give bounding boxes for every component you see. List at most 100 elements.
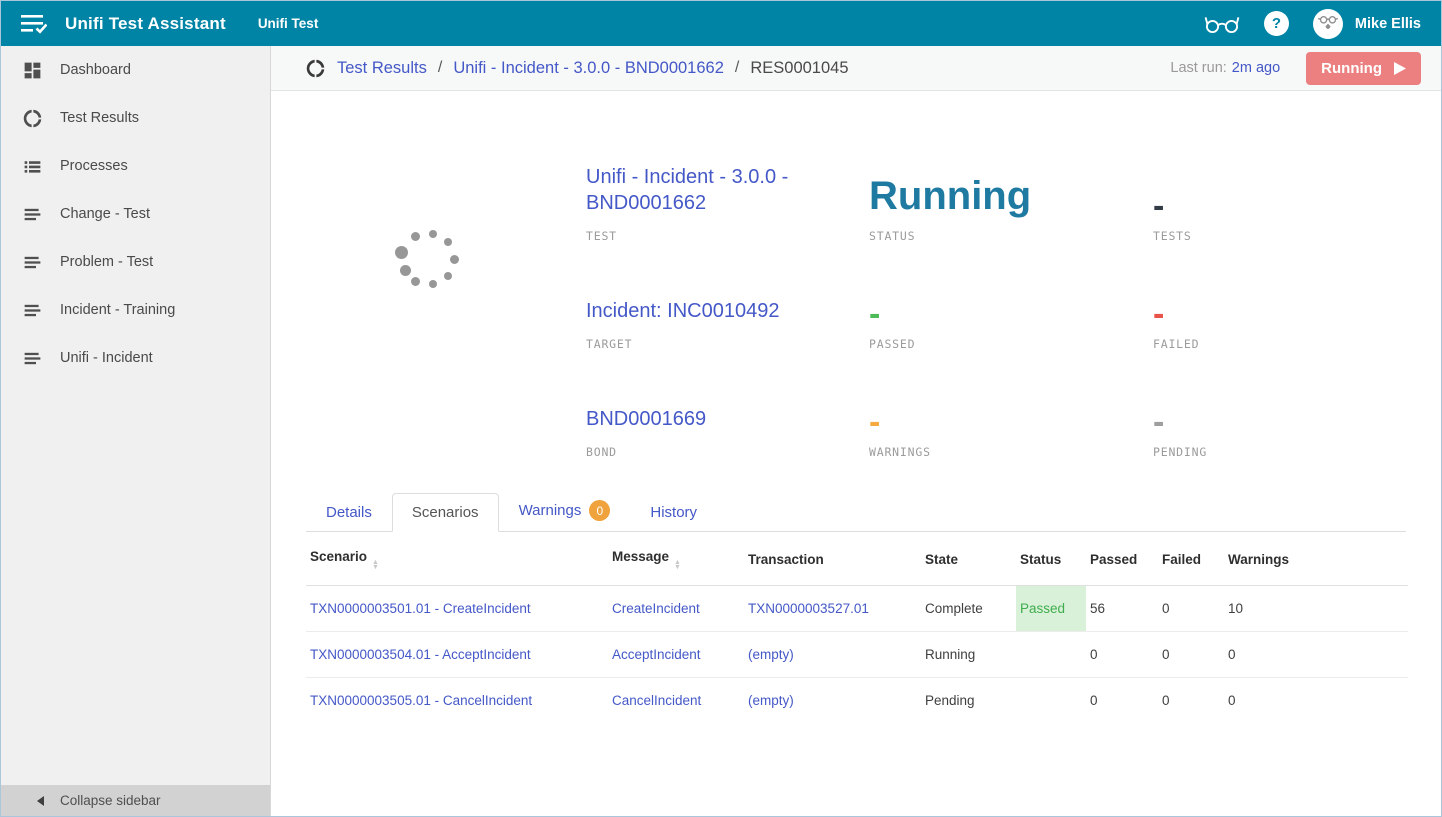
pending-value: - [1153, 413, 1441, 432]
tab-scenarios[interactable]: Scenarios [392, 493, 499, 532]
summary-stat-warnings: - WARNINGS [869, 351, 1153, 459]
stat-label: WARNINGS [869, 445, 1153, 459]
transaction-link[interactable]: (empty) [748, 647, 794, 662]
column-header-passed[interactable]: Passed [1086, 532, 1158, 586]
summary-stat-failed: - FAILED [1153, 243, 1441, 351]
warnings-cell: 10 [1224, 586, 1408, 632]
tests-value: - [1153, 197, 1441, 216]
sidebar-item-problem-test[interactable]: Problem - Test [1, 238, 270, 286]
failed-value: - [1153, 305, 1441, 324]
column-header-message[interactable]: Message▲▼ [608, 532, 744, 586]
lines-icon [22, 204, 43, 225]
sidebar-item-label: Unifi - Incident [60, 350, 153, 366]
bond-link[interactable]: BND0001669 [586, 406, 846, 432]
glasses-icon[interactable] [1204, 14, 1240, 34]
column-header-transaction[interactable]: Transaction [744, 532, 921, 586]
transaction-link[interactable]: TXN0000003527.01 [748, 601, 869, 616]
sidebar-item-incident-training[interactable]: Incident - Training [1, 286, 270, 334]
warnings-cell: 0 [1224, 678, 1408, 724]
main-content: Test Results / Unifi - Incident - 3.0.0 … [271, 46, 1441, 816]
scenario-link[interactable]: TXN0000003505.01 - CancelIncident [310, 693, 532, 708]
tab-warnings-label: Warnings [519, 502, 582, 519]
lines-icon [22, 300, 43, 321]
failed-cell: 0 [1158, 678, 1224, 724]
scenario-table: Scenario▲▼ Message▲▼ Transaction State S… [306, 532, 1408, 723]
user-name[interactable]: Mike Ellis [1355, 16, 1421, 32]
lines-icon [22, 348, 43, 369]
stat-label: TESTS [1153, 229, 1441, 243]
warnings-cell: 0 [1224, 632, 1408, 678]
play-icon [1393, 62, 1406, 75]
tabs: Details Scenarios Warnings 0 History [306, 489, 1406, 532]
breadcrumb-link-test-results[interactable]: Test Results [337, 59, 427, 78]
sidebar-item-label: Change - Test [60, 206, 150, 222]
column-header-status[interactable]: Status [1016, 532, 1086, 586]
column-header-failed[interactable]: Failed [1158, 532, 1224, 586]
status-cell [1016, 678, 1086, 724]
summary-stat-tests: - TESTS [1153, 121, 1441, 243]
scenario-link[interactable]: TXN0000003504.01 - AcceptIncident [310, 647, 531, 662]
run-button-label: Running [1321, 60, 1382, 77]
failed-cell: 0 [1158, 586, 1224, 632]
sidebar-item-processes[interactable]: Processes [1, 142, 270, 190]
breadcrumb-link-test[interactable]: Unifi - Incident - 3.0.0 - BND0001662 [453, 59, 724, 78]
donut-chart-icon [22, 108, 43, 129]
passed-value: - [869, 305, 1153, 324]
sidebar-item-label: Processes [60, 158, 128, 174]
sidebar-item-label: Problem - Test [60, 254, 153, 270]
donut-chart-icon [305, 58, 326, 79]
state-cell: Complete [921, 586, 1016, 632]
workspace-name[interactable]: Unifi Test [258, 16, 319, 31]
topbar: Unifi Test Assistant Unifi Test ? [1, 1, 1441, 46]
sidebar-item-dashboard[interactable]: Dashboard [1, 46, 270, 94]
sidebar: Dashboard Test Results Processes Change … [1, 46, 271, 816]
lines-icon [22, 252, 43, 273]
help-icon[interactable]: ? [1264, 11, 1289, 36]
test-link[interactable]: Unifi - Incident - 3.0.0 - BND0001662 [586, 164, 846, 216]
table-row: TXN0000003501.01 - CreateIncident Create… [306, 586, 1408, 632]
target-link[interactable]: Incident: INC0010492 [586, 298, 846, 324]
tab-history[interactable]: History [630, 493, 717, 532]
test-summary: Unifi - Incident - 3.0.0 - BND0001662 TE… [271, 91, 1441, 459]
avatar[interactable] [1313, 9, 1343, 39]
breadcrumb-separator: / [735, 59, 739, 77]
breadcrumb-separator: / [438, 59, 442, 77]
message-link[interactable]: AcceptIncident [612, 647, 701, 662]
message-link[interactable]: CreateIncident [612, 601, 700, 616]
breadcrumb-current: RES0001045 [750, 59, 848, 78]
collapse-sidebar-label: Collapse sidebar [60, 793, 161, 808]
sidebar-item-unifi-incident[interactable]: Unifi - Incident [1, 334, 270, 382]
table-row: TXN0000003505.01 - CancelIncident Cancel… [306, 678, 1408, 724]
message-link[interactable]: CancelIncident [612, 693, 701, 708]
table-row: TXN0000003504.01 - AcceptIncident Accept… [306, 632, 1408, 678]
table-header-row: Scenario▲▼ Message▲▼ Transaction State S… [306, 532, 1408, 586]
summary-field-bond: BND0001669 BOND [586, 351, 869, 459]
column-header-warnings[interactable]: Warnings [1224, 532, 1408, 586]
sidebar-item-label: Incident - Training [60, 302, 175, 318]
field-label: BOND [586, 445, 869, 459]
column-header-state[interactable]: State [921, 532, 1016, 586]
collapse-arrow-icon [37, 796, 44, 806]
sidebar-item-change-test[interactable]: Change - Test [1, 190, 270, 238]
stat-label: PASSED [869, 337, 1153, 351]
state-cell: Running [921, 632, 1016, 678]
topbar-actions: ? Mike Ellis [1204, 9, 1421, 39]
field-label: TEST [586, 229, 869, 243]
summary-stat-status: Running STATUS [869, 121, 1153, 243]
tab-warnings[interactable]: Warnings 0 [499, 489, 631, 532]
passed-cell: 56 [1086, 586, 1158, 632]
column-header-scenario[interactable]: Scenario▲▼ [306, 532, 608, 586]
last-run-value[interactable]: 2m ago [1232, 60, 1280, 76]
sidebar-item-test-results[interactable]: Test Results [1, 94, 270, 142]
collapse-sidebar-button[interactable]: Collapse sidebar [1, 785, 270, 816]
transaction-link[interactable]: (empty) [748, 693, 794, 708]
tab-details[interactable]: Details [306, 493, 392, 532]
list-icon [22, 156, 43, 177]
scenario-link[interactable]: TXN0000003501.01 - CreateIncident [310, 601, 531, 616]
summary-field-test: Unifi - Incident - 3.0.0 - BND0001662 TE… [586, 121, 869, 243]
warnings-value: - [869, 413, 1153, 432]
sidebar-item-label: Dashboard [60, 62, 131, 78]
sort-icon: ▲▼ [674, 560, 681, 570]
menu-toggle-icon[interactable] [21, 14, 47, 34]
run-status-button[interactable]: Running [1306, 52, 1421, 85]
